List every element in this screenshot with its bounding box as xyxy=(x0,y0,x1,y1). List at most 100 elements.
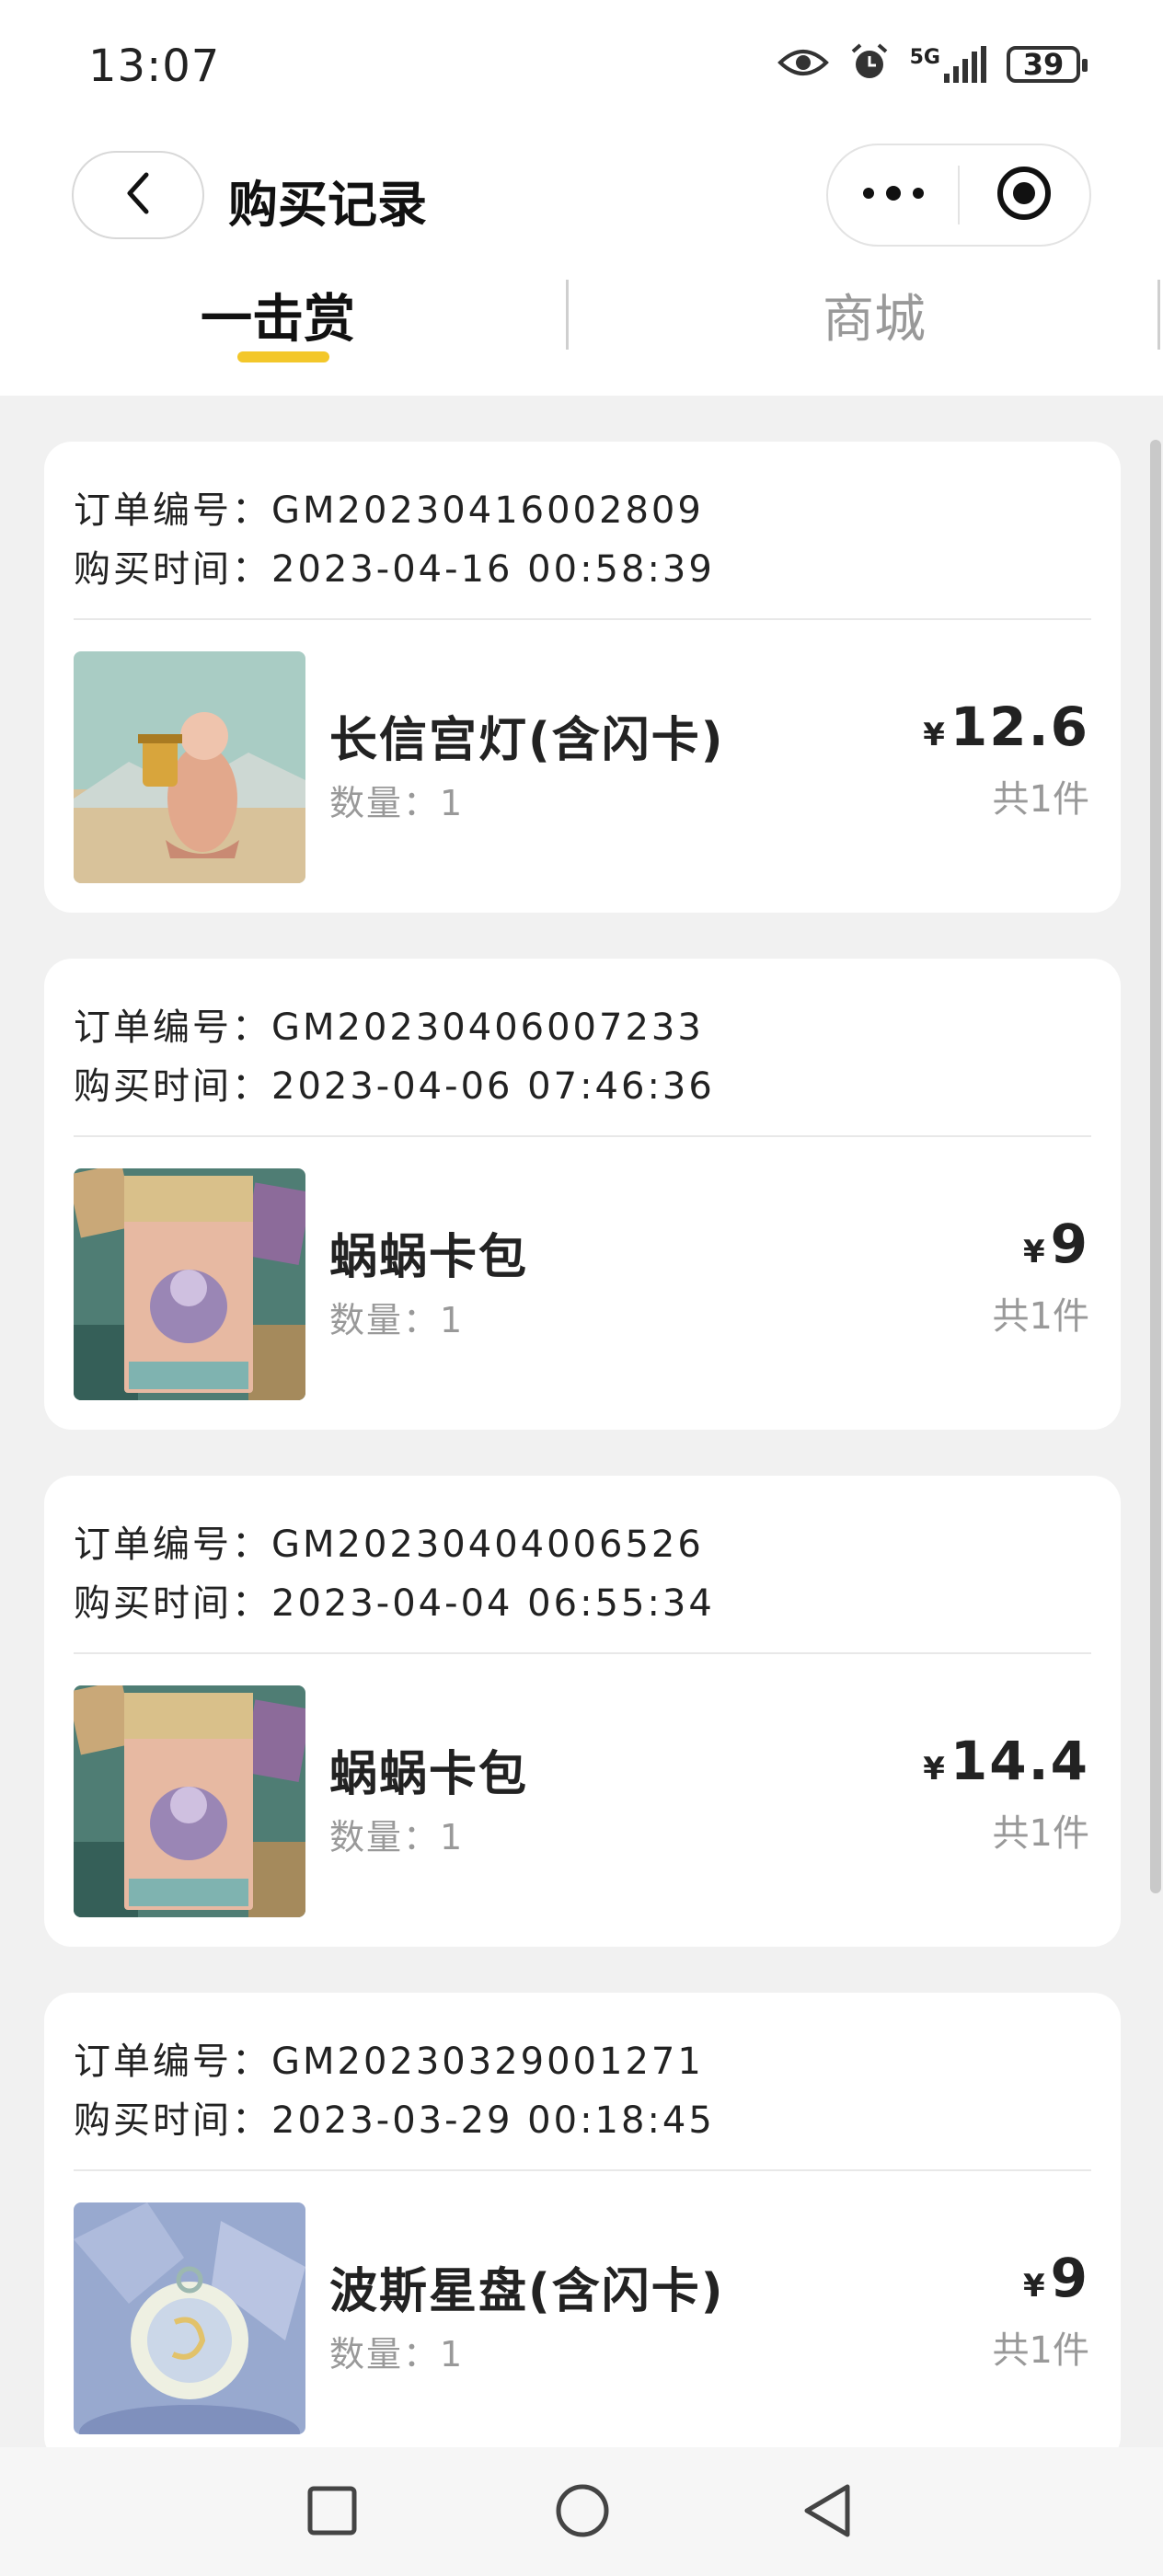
circle-nav-icon xyxy=(554,2482,611,2543)
tab-active-indicator xyxy=(237,351,329,362)
order-number: GM20230329001271 xyxy=(271,2041,704,2083)
card-divider xyxy=(74,618,1091,620)
order-card[interactable]: 订单编号：GM20230329001271 购买时间：2023-03-29 00… xyxy=(44,1993,1121,2464)
back-arrow-icon xyxy=(124,171,152,219)
product-image[interactable] xyxy=(74,651,305,883)
tab-divider-right xyxy=(1157,280,1160,350)
currency-symbol: ¥ xyxy=(1022,1234,1045,1271)
tab-bar: 一击赏 商城 xyxy=(0,258,1163,396)
product-image[interactable] xyxy=(74,1685,305,1917)
quantity-label: 数量： xyxy=(329,1817,441,1857)
order-price: ¥12.6 xyxy=(923,696,1089,758)
order-card[interactable]: 订单编号：GM20230416002809 购买时间：2023-04-16 00… xyxy=(44,442,1121,913)
product-quantity: 数量：1 xyxy=(329,2326,464,2376)
order-number-row: 订单编号：GM20230404006526 xyxy=(74,1514,704,1568)
order-list: 订单编号：GM20230416002809 购买时间：2023-04-16 00… xyxy=(44,442,1121,2510)
purchase-time-label: 购买时间： xyxy=(74,2099,271,2142)
purchase-time-row: 购买时间：2023-04-04 06:55:34 xyxy=(74,1573,715,1627)
eye-icon xyxy=(777,46,829,83)
quantity-value: 1 xyxy=(440,2334,465,2375)
card-divider xyxy=(74,2169,1091,2171)
purchase-time: 2023-04-04 06:55:34 xyxy=(271,1582,715,1625)
product-name: 长信宫灯(含闪卡) xyxy=(329,713,725,768)
square-nav-icon xyxy=(306,2485,358,2540)
currency-symbol: ¥ xyxy=(923,717,945,753)
tab-shop[interactable]: 商城 xyxy=(823,278,926,352)
purchase-time-row: 购买时间：2023-04-06 07:46:36 xyxy=(74,1056,715,1110)
order-price: ¥9 xyxy=(1023,1213,1089,1275)
price-amount: 9 xyxy=(1050,1213,1089,1275)
battery-level: 39 xyxy=(1022,47,1065,82)
recent-apps-button[interactable] xyxy=(300,2480,364,2545)
purchase-time: 2023-03-29 00:18:45 xyxy=(271,2099,715,2142)
alarm-icon xyxy=(849,42,890,86)
quantity-label: 数量： xyxy=(329,2334,441,2375)
order-number-label: 订单编号： xyxy=(74,1524,271,1566)
order-card[interactable]: 订单编号：GM20230404006526 购买时间：2023-04-04 06… xyxy=(44,1476,1121,1947)
system-navigation-bar xyxy=(0,2447,1163,2576)
tab-divider xyxy=(566,280,569,350)
product-image[interactable] xyxy=(74,1168,305,1400)
purchase-time-label: 购买时间： xyxy=(74,1582,271,1625)
order-price: ¥9 xyxy=(1023,2247,1089,2309)
more-dots-icon xyxy=(861,186,926,204)
quantity-value: 1 xyxy=(440,1817,465,1857)
purchase-time-label: 购买时间： xyxy=(74,1065,271,1108)
order-price: ¥14.4 xyxy=(923,1730,1089,1792)
product-name: 蜗蜗卡包 xyxy=(329,1230,529,1285)
purchase-time-row: 购买时间：2023-04-16 00:58:39 xyxy=(74,539,715,592)
target-close-icon xyxy=(995,164,1054,226)
product-image[interactable] xyxy=(74,2202,305,2434)
quantity-value: 1 xyxy=(440,1300,465,1340)
product-name: 蜗蜗卡包 xyxy=(329,1747,529,1802)
battery-icon: 39 xyxy=(1007,46,1088,83)
order-number-label: 订单编号： xyxy=(74,2041,271,2083)
signal-icon: 5G xyxy=(910,46,986,83)
order-number-label: 订单编号： xyxy=(74,1006,271,1049)
purchase-time-row: 购买时间：2023-03-29 00:18:45 xyxy=(74,2090,715,2144)
item-count: 共1件 xyxy=(992,778,1089,821)
purchase-time: 2023-04-16 00:58:39 xyxy=(271,548,715,591)
network-type: 5G xyxy=(909,46,940,69)
card-divider xyxy=(74,1135,1091,1137)
order-number-row: 订单编号：GM20230416002809 xyxy=(74,480,704,534)
purchase-time-label: 购买时间： xyxy=(74,548,271,591)
currency-symbol: ¥ xyxy=(1022,2268,1045,2305)
purchase-time: 2023-04-06 07:46:36 xyxy=(271,1065,715,1108)
quantity-label: 数量： xyxy=(329,783,441,823)
page-header: 购买记录 xyxy=(0,138,1163,258)
item-count: 共1件 xyxy=(992,1295,1089,1338)
home-button[interactable] xyxy=(550,2480,615,2545)
order-number: GM20230404006526 xyxy=(271,1524,704,1566)
back-button[interactable] xyxy=(72,151,204,239)
item-count: 共1件 xyxy=(992,2329,1089,2372)
product-quantity: 数量：1 xyxy=(329,1292,464,1342)
status-time: 13:07 xyxy=(88,40,221,92)
close-miniprogram-button[interactable] xyxy=(960,145,1089,245)
page-title: 购买记录 xyxy=(228,176,427,234)
back-nav-button[interactable] xyxy=(795,2480,859,2545)
more-button[interactable] xyxy=(828,145,958,245)
price-amount: 14.4 xyxy=(950,1730,1089,1792)
order-number: GM20230406007233 xyxy=(271,1006,704,1049)
miniprogram-capsule xyxy=(826,144,1091,247)
product-quantity: 数量：1 xyxy=(329,1809,464,1859)
item-count: 共1件 xyxy=(992,1812,1089,1855)
order-number-row: 订单编号：GM20230329001271 xyxy=(74,2031,704,2085)
quantity-value: 1 xyxy=(440,783,465,823)
order-card[interactable]: 订单编号：GM20230406007233 购买时间：2023-04-06 07… xyxy=(44,959,1121,1430)
price-amount: 9 xyxy=(1050,2247,1089,2309)
card-divider xyxy=(74,1652,1091,1654)
order-number-row: 订单编号：GM20230406007233 xyxy=(74,997,704,1051)
price-amount: 12.6 xyxy=(950,696,1089,758)
product-quantity: 数量：1 xyxy=(329,775,464,825)
order-number: GM20230416002809 xyxy=(271,489,704,532)
currency-symbol: ¥ xyxy=(923,1751,945,1788)
order-number-label: 订单编号： xyxy=(74,489,271,532)
tab-yijishang[interactable]: 一击赏 xyxy=(201,278,355,352)
scrollbar[interactable] xyxy=(1150,440,1161,1893)
status-icons: 5G 39 xyxy=(777,42,1088,86)
status-bar: 13:07 5G 39 xyxy=(0,0,1163,138)
quantity-label: 数量： xyxy=(329,1300,441,1340)
triangle-back-nav-icon xyxy=(801,2483,853,2542)
